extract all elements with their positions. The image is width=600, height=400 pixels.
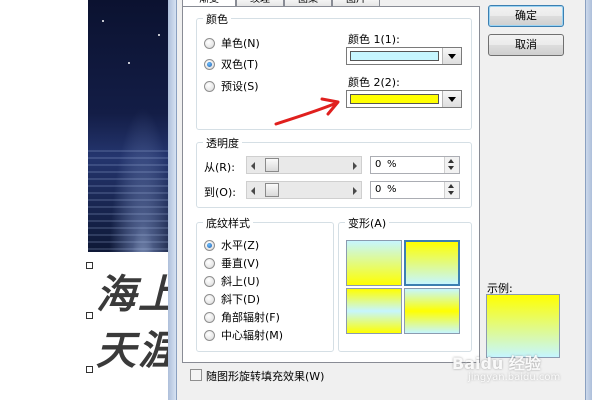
radio-label: 中心辐射(M) — [221, 329, 284, 342]
spin-value: 0 — [375, 159, 382, 170]
spin-buttons[interactable] — [444, 182, 459, 198]
radio-indicator — [204, 37, 215, 49]
chevron-left-icon[interactable] — [251, 162, 255, 170]
transparency-group-legend: 透明度 — [203, 135, 242, 151]
tab-label: 渐变 — [183, 0, 235, 5]
variant-3[interactable] — [346, 288, 402, 334]
radio-diagonal-up[interactable]: 斜上(U) — [204, 273, 260, 289]
chevron-left-icon[interactable] — [251, 187, 255, 195]
color2-label: 颜色 2(2): — [348, 76, 400, 89]
cancel-button[interactable]: 取消 — [488, 34, 564, 56]
spin-down-icon[interactable] — [448, 166, 454, 170]
radio-diagonal-down[interactable]: 斜下(D) — [204, 291, 260, 307]
radio-indicator — [204, 58, 215, 70]
selection-handle[interactable] — [86, 312, 93, 319]
chevron-right-icon[interactable] — [353, 187, 357, 195]
shading-styles-legend: 底纹样式 — [203, 215, 253, 231]
transparency-from-label: 从(R): — [204, 161, 235, 174]
spin-buttons[interactable] — [444, 157, 459, 173]
tab-label: 纹理 — [237, 0, 283, 5]
spin-unit: % — [387, 184, 397, 195]
radio-label: 双色(T) — [221, 58, 259, 71]
radio-horizontal[interactable]: 水平(Z) — [204, 237, 259, 253]
selection-handle[interactable] — [86, 366, 93, 373]
radio-indicator — [204, 257, 215, 269]
slider-thumb[interactable] — [265, 158, 279, 172]
variant-2[interactable] — [404, 240, 460, 286]
transparency-from-slider[interactable] — [246, 156, 362, 174]
transparency-to-input[interactable]: 0 % — [370, 181, 460, 199]
color2-swatch — [350, 94, 439, 104]
transparency-to-label: 到(O): — [204, 186, 236, 199]
dialog-border-left — [168, 0, 176, 400]
chevron-right-icon[interactable] — [353, 162, 357, 170]
spin-value: 0 — [375, 184, 382, 195]
radio-indicator — [204, 275, 215, 287]
radio-label: 斜上(U) — [221, 275, 260, 288]
radio-indicator — [204, 329, 215, 341]
spin-up-icon[interactable] — [448, 159, 454, 163]
slider-thumb[interactable] — [265, 183, 279, 197]
watermark-brand: Baidu 经验 — [452, 354, 541, 373]
radio-two-colors[interactable]: 双色(T) — [204, 56, 258, 72]
radio-vertical[interactable]: 垂直(V) — [204, 255, 259, 271]
tab-label: 图片 — [333, 0, 379, 5]
chevron-down-icon[interactable] — [442, 91, 461, 107]
radio-label: 角部辐射(F) — [221, 311, 280, 324]
radio-preset[interactable]: 预设(S) — [204, 78, 259, 94]
radio-from-center[interactable]: 中心辐射(M) — [204, 327, 283, 343]
variant-1[interactable] — [346, 240, 402, 286]
spin-unit: % — [387, 159, 397, 170]
transparency-to-slider[interactable] — [246, 181, 362, 199]
sample-preview — [486, 294, 560, 358]
watermark-url: jingyan.baidu.com — [468, 372, 561, 383]
radio-label: 水平(Z) — [221, 239, 260, 252]
chevron-down-icon[interactable] — [442, 48, 461, 64]
annotation-arrow-icon — [274, 97, 340, 126]
color2-dropdown[interactable] — [346, 90, 462, 108]
radio-indicator — [204, 293, 215, 305]
radio-label: 垂直(V) — [221, 257, 260, 270]
variants-legend: 变形(A) — [345, 215, 390, 231]
radio-label: 预设(S) — [221, 80, 259, 93]
radio-indicator — [204, 80, 215, 92]
rotate-fill-checkbox[interactable] — [190, 369, 202, 381]
radio-label: 斜下(D) — [221, 293, 261, 306]
color1-label: 颜色 1(1): — [348, 33, 400, 46]
radio-label: 单色(N) — [221, 37, 260, 50]
spin-up-icon[interactable] — [448, 184, 454, 188]
radio-from-corner[interactable]: 角部辐射(F) — [204, 309, 280, 325]
tab-label: 图案 — [285, 0, 331, 5]
variant-4[interactable] — [404, 288, 460, 334]
rotate-fill-label: 随图形旋转填充效果(W) — [206, 370, 325, 383]
color1-swatch — [350, 51, 439, 61]
color1-dropdown[interactable] — [346, 47, 462, 65]
spin-down-icon[interactable] — [448, 191, 454, 195]
radio-indicator — [204, 311, 215, 323]
radio-indicator — [204, 239, 215, 251]
transparency-from-input[interactable]: 0 % — [370, 156, 460, 174]
radio-one-color[interactable]: 单色(N) — [204, 35, 260, 51]
colors-group-legend: 颜色 — [203, 11, 231, 27]
selection-handle[interactable] — [86, 262, 93, 269]
ok-button[interactable]: 确定 — [488, 5, 564, 27]
